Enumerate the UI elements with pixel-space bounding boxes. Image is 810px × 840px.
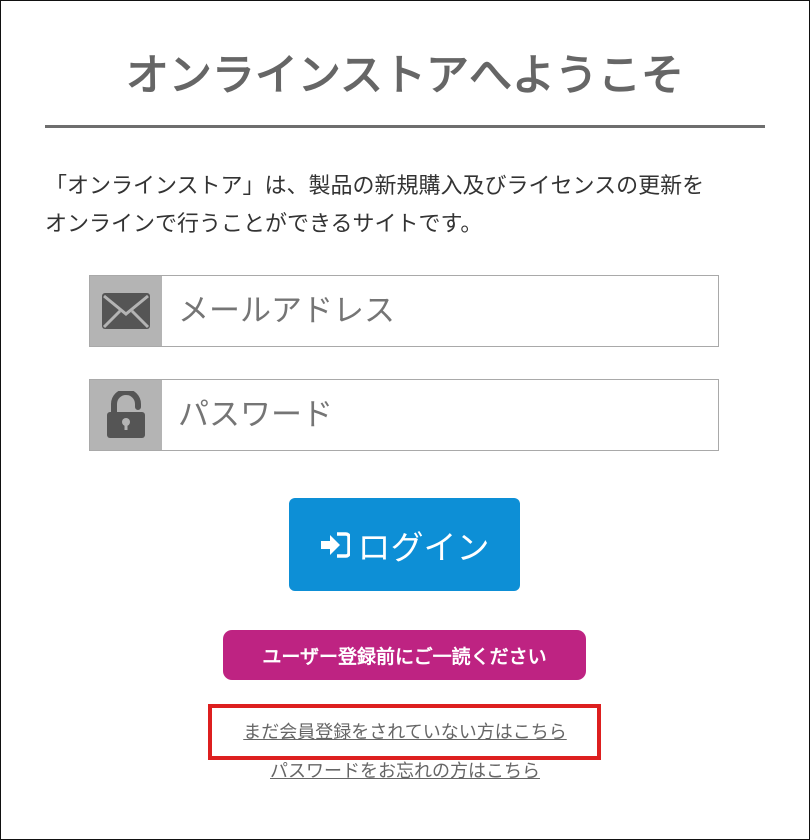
intro-text: 「オンラインストア」は、製品の新規購入及びライセンスの更新を オンラインで行うこ… <box>45 168 775 244</box>
email-input[interactable] <box>162 276 718 346</box>
login-button[interactable]: ログイン <box>289 498 520 591</box>
intro-line-1: 「オンラインストア」は、製品の新規購入及びライセンスの更新を <box>45 174 705 199</box>
forgot-password-link[interactable]: パスワードをお忘れの方はこちら <box>200 760 610 784</box>
sign-in-icon <box>320 531 350 558</box>
intro-line-2: オンラインで行うことができるサイトです。 <box>45 212 483 237</box>
page-title: オンラインストアへようこそ <box>125 51 685 101</box>
unlocked-padlock-icon <box>90 380 162 450</box>
email-field <box>89 275 719 347</box>
password-field <box>89 379 719 451</box>
envelope-icon <box>90 276 162 346</box>
password-input[interactable] <box>162 380 718 450</box>
login-button-label: ログイン <box>357 527 490 567</box>
read-before-registration-button[interactable]: ユーザー登録前にご一読ください <box>223 630 586 680</box>
register-link[interactable]: まだ会員登録をされていない方はこちら <box>200 721 610 745</box>
title-divider <box>45 125 765 128</box>
